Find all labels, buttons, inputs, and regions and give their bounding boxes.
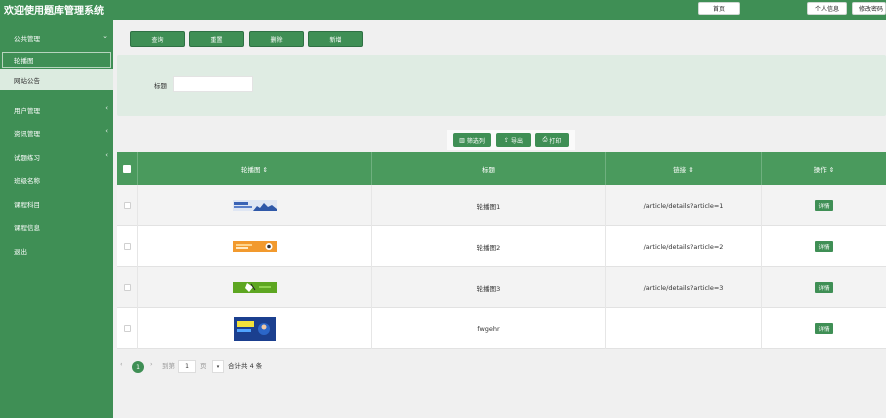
query-button[interactable]: 查询 (130, 31, 185, 47)
export-label: 导出 (511, 137, 524, 145)
detail-button[interactable]: 详情 (815, 323, 833, 334)
image-cell (138, 185, 372, 226)
chevron-left-icon: ‹ (105, 104, 108, 112)
link-cell: /article/details?article=2 (606, 226, 762, 267)
row-select-cell (117, 267, 138, 308)
carousel-thumbnail (232, 241, 277, 252)
page-size-select[interactable]: ▾ (212, 360, 224, 373)
sidebar-group-public[interactable]: 公共管理 ⌄ (0, 26, 113, 50)
sidebar-group-label: 课程信息 (14, 224, 40, 232)
top-header: 欢迎使用题库管理系统 (0, 0, 886, 20)
export-button[interactable]: ⇪ 导出 (496, 133, 531, 147)
sidebar-group-label: 班级名称 (14, 177, 40, 185)
page-number-current[interactable]: 1 (132, 361, 144, 373)
sidebar-item-carousel[interactable]: 轮播图 (2, 52, 111, 68)
row-select-cell (117, 185, 138, 226)
title-cell: 轮播图1 (372, 185, 606, 226)
chevron-left-icon: ‹ (105, 127, 108, 135)
image-cell (138, 267, 372, 308)
carousel-thumbnail (233, 316, 276, 341)
sidebar-group-label: 试题练习 (14, 154, 40, 162)
select-all-checkbox[interactable] (123, 164, 131, 173)
action-cell: 详情 (762, 185, 886, 226)
print-label: 打印 (549, 137, 562, 145)
row-checkbox[interactable] (123, 243, 131, 250)
link-cell: /article/details?article=3 (606, 267, 762, 308)
prev-page-icon[interactable]: ‹ (120, 360, 123, 368)
row-checkbox[interactable] (123, 202, 131, 209)
image-cell (138, 308, 372, 349)
sidebar-item-classes[interactable]: 班级名称 (0, 168, 113, 192)
row-checkbox[interactable] (123, 284, 131, 291)
detail-button[interactable]: 详情 (815, 241, 833, 252)
sidebar-group-label: 用户管理 (14, 107, 40, 115)
sidebar-group-label: 资讯管理 (14, 130, 40, 138)
sidebar-group-practice[interactable]: 试题练习 ‹ (0, 145, 113, 169)
column-header-title: 标题 (372, 152, 606, 185)
title-cell: 轮播图3 (372, 267, 606, 308)
detail-button[interactable]: 详情 (815, 282, 833, 293)
detail-button[interactable]: 详情 (815, 200, 833, 211)
export-icon: ⇪ (503, 136, 509, 144)
chevron-left-icon: ‹ (105, 151, 108, 159)
sidebar-group-users[interactable]: 用户管理 ‹ (0, 98, 113, 122)
sidebar-group-label: 课程科目 (14, 201, 40, 209)
print-icon: ⎙ (542, 136, 548, 143)
goto-page-input[interactable]: 1 (178, 360, 196, 373)
table-header: 轮播图 ⇕ 标题 链接 ⇕ 操作 ⇕ (117, 152, 886, 185)
add-button[interactable]: 新增 (308, 31, 363, 47)
app-title: 欢迎使用题库管理系统 (4, 6, 104, 17)
column-header-action[interactable]: 操作 ⇕ (762, 152, 886, 185)
title-cell: fwgehr (372, 308, 606, 349)
row-select-cell (117, 226, 138, 267)
title-cell: 轮播图2 (372, 226, 606, 267)
carousel-thumbnail (232, 282, 277, 293)
sidebar-group-label: 退出 (14, 248, 27, 256)
filter-columns-button[interactable]: ▥ 筛选列 (453, 133, 491, 147)
filter-columns-label: 筛选列 (466, 137, 485, 145)
title-filter-label: 标题 (154, 82, 167, 90)
link-cell: /article/details?article=1 (606, 185, 762, 226)
reset-button[interactable]: 重置 (189, 31, 244, 47)
columns-icon: ▥ (459, 136, 465, 144)
row-select-cell (117, 308, 138, 349)
table-row: 轮播图2 /article/details?article=2 详情 (117, 226, 886, 267)
sidebar-item-announcement[interactable]: 网站公告 (0, 69, 113, 90)
title-filter-input[interactable] (173, 76, 253, 92)
chevron-down-icon: ⌄ (102, 32, 108, 40)
select-all-cell (117, 152, 138, 185)
print-button[interactable]: ⎙ 打印 (535, 133, 569, 147)
link-cell (606, 308, 762, 349)
sidebar-group-news[interactable]: 资讯管理 ‹ (0, 121, 113, 145)
carousel-thumbnail (232, 200, 277, 211)
home-button[interactable]: 首页 (698, 2, 740, 15)
sidebar-group-label: 公共管理 (14, 35, 40, 43)
delete-button[interactable]: 删除 (249, 31, 304, 47)
total-count: 合计共 4 条 (228, 362, 263, 370)
action-cell: 详情 (762, 308, 886, 349)
profile-button[interactable]: 个人信息 (807, 2, 847, 15)
row-checkbox[interactable] (123, 325, 131, 332)
column-header-image[interactable]: 轮播图 ⇕ (138, 152, 372, 185)
table-row: 轮播图3 /article/details?article=3 详情 (117, 267, 886, 308)
change-password-button[interactable]: 修改密码 (852, 2, 886, 15)
sidebar-item-courses[interactable]: 课程信息 (0, 215, 113, 239)
table-row: 轮播图1 /article/details?article=1 详情 (117, 185, 886, 226)
action-cell: 详情 (762, 226, 886, 267)
sidebar-item-logout[interactable]: 退出 (0, 239, 113, 263)
column-header-link[interactable]: 链接 ⇕ (606, 152, 762, 185)
goto-label: 到第 (162, 362, 175, 370)
image-cell (138, 226, 372, 267)
next-page-icon[interactable]: › (150, 360, 153, 368)
sidebar-item-subjects[interactable]: 课程科目 (0, 192, 113, 216)
action-cell: 详情 (762, 267, 886, 308)
table-row: fwgehr 详情 (117, 308, 886, 349)
page-unit-label: 页 (200, 362, 207, 370)
